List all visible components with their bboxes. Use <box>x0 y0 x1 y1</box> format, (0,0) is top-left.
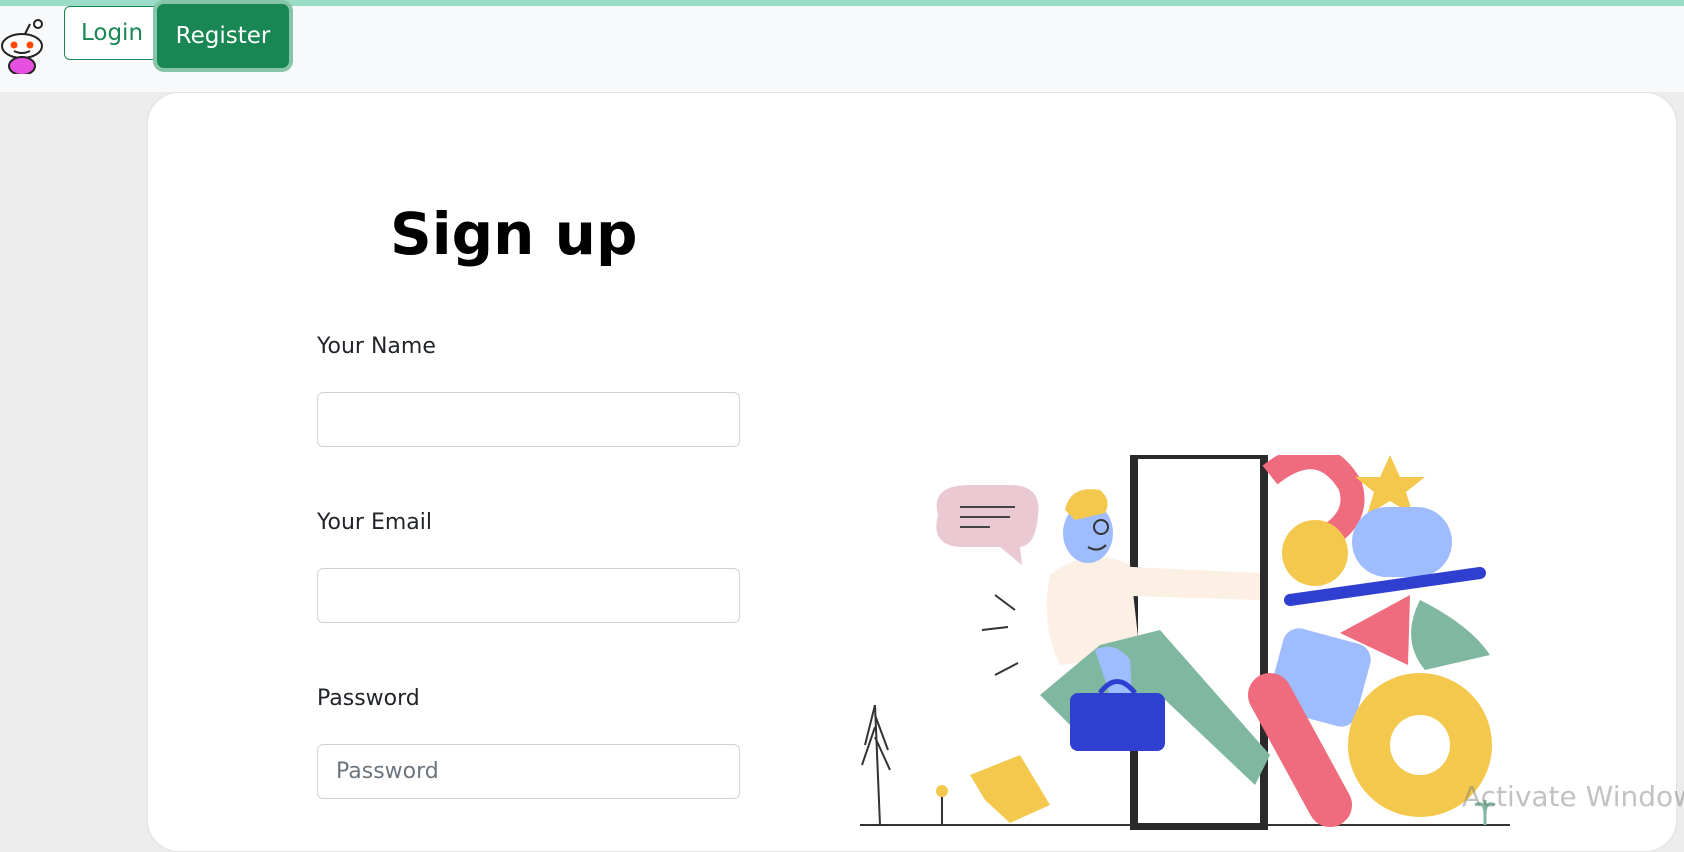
name-input[interactable] <box>317 392 740 447</box>
password-input[interactable] <box>317 744 740 799</box>
name-label: Your Name <box>317 334 436 359</box>
login-button[interactable]: Login <box>64 6 160 60</box>
page-title: Sign up <box>390 200 638 268</box>
logo-icon[interactable] <box>0 18 48 76</box>
email-label: Your Email <box>317 510 432 535</box>
register-button[interactable]: Register <box>157 4 289 68</box>
navbar: Login Register <box>0 4 1684 92</box>
signup-illustration <box>860 445 1510 831</box>
password-label: Password <box>317 686 420 711</box>
activate-windows-watermark: Activate Window <box>1462 780 1684 813</box>
email-input[interactable] <box>317 568 740 623</box>
